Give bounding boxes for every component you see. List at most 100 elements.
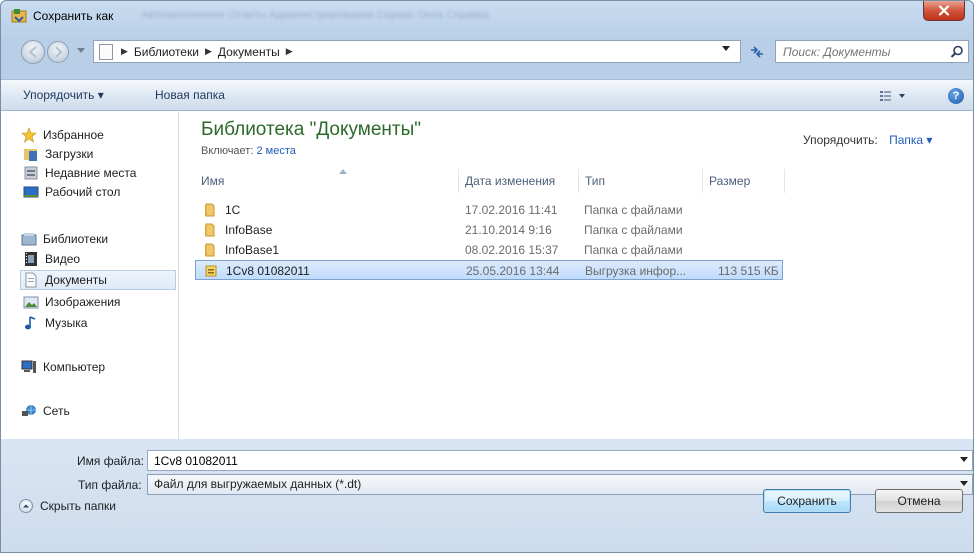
file-type: Выгрузка инфор...: [585, 264, 687, 278]
nav-downloads[interactable]: Загрузки: [23, 144, 93, 164]
column-type[interactable]: Тип: [579, 169, 703, 193]
images-icon: [23, 296, 39, 309]
nav-label: Недавние места: [45, 166, 137, 180]
file-name-label: Имя файла:: [77, 454, 144, 468]
recent-pages-dropdown-icon[interactable]: [77, 48, 85, 54]
folder-icon: [205, 223, 215, 237]
dt-file-icon: [205, 265, 217, 277]
file-size: 113 515 КБ: [718, 264, 779, 278]
breadcrumb-separator-icon[interactable]: ▶: [286, 46, 293, 57]
arrow-right-icon: [55, 46, 63, 58]
address-bar[interactable]: ▶ Библиотеки ▶ Документы ▶: [93, 40, 741, 63]
organize-button[interactable]: Упорядочить ▾: [23, 88, 104, 102]
file-name: 1C: [225, 203, 241, 217]
nav-label: Видео: [45, 252, 81, 266]
file-date: 17.02.2016 11:41: [465, 203, 558, 217]
hide-folders-toggle[interactable]: Скрыть папки: [19, 499, 116, 513]
close-icon: [938, 5, 950, 16]
breadcrumb-documents[interactable]: Документы: [218, 45, 280, 59]
star-icon: [21, 127, 37, 143]
close-button[interactable]: [923, 1, 965, 21]
nav-music[interactable]: Музыка: [23, 313, 87, 333]
nav-computer[interactable]: Компьютер: [21, 357, 105, 377]
search-icon[interactable]: [950, 45, 964, 59]
help-icon[interactable]: ?: [948, 88, 964, 104]
main-area: Избранное Загрузки Недавние места Рабочи…: [1, 111, 973, 439]
file-name: InfoBase1: [225, 243, 280, 257]
desktop-icon: [23, 186, 39, 198]
navigation-pane: Избранное Загрузки Недавние места Рабочи…: [1, 111, 179, 439]
sort-ascending-icon: [339, 169, 347, 174]
search-box[interactable]: [775, 40, 969, 63]
arrange-by-dropdown[interactable]: Папка ▾: [889, 133, 932, 147]
file-date: 21.10.2014 9:16: [465, 223, 552, 237]
refresh-button[interactable]: [743, 40, 771, 63]
library-locations-link[interactable]: 2 места: [256, 145, 295, 157]
document-icon: [99, 43, 113, 60]
background-app-menu: Автозаполнение Отчеты Администрирование …: [141, 9, 490, 21]
chevron-up-icon: [19, 499, 33, 513]
nav-favorites[interactable]: Избранное: [21, 125, 104, 145]
file-date: 08.02.2016 15:37: [465, 243, 559, 257]
column-size[interactable]: Размер: [703, 169, 785, 193]
breadcrumb-separator-icon: ▶: [204, 46, 212, 56]
new-folder-button[interactable]: Новая папка: [155, 88, 225, 102]
nav-libraries[interactable]: Библиотеки: [21, 229, 108, 249]
column-name[interactable]: Имя: [195, 169, 459, 193]
nav-label: Сеть: [43, 404, 70, 418]
file-name: InfoBase: [225, 223, 273, 237]
back-button[interactable]: [21, 40, 45, 64]
nav-video[interactable]: Видео: [23, 249, 80, 269]
address-dropdown-icon[interactable]: [722, 46, 730, 52]
view-options-icon[interactable]: [879, 89, 909, 103]
music-icon: [25, 316, 36, 330]
file-name: 1Cv8 01082011: [226, 264, 310, 278]
command-bar: Упорядочить ▾ Новая папка ?: [1, 79, 973, 111]
nav-recent-places[interactable]: Недавние места: [23, 163, 136, 183]
recent-places-icon: [24, 166, 38, 180]
library-includes: Включает: 2 места: [201, 145, 296, 157]
cancel-button[interactable]: Отмена: [875, 489, 963, 513]
refresh-icon: [751, 45, 763, 58]
file-row[interactable]: 1C 17.02.2016 11:41 Папка с файлами: [195, 200, 783, 220]
library-includes-label: Включает:: [201, 145, 254, 157]
file-name-cell: 1C: [203, 200, 240, 220]
chevron-down-icon: [960, 481, 968, 486]
column-date-modified[interactable]: Дата изменения: [459, 169, 579, 193]
arrow-left-icon: [28, 46, 37, 58]
nav-label: Изображения: [45, 295, 121, 309]
nav-documents[interactable]: Документы: [20, 270, 176, 290]
breadcrumb-libraries[interactable]: Библиотеки: [134, 45, 199, 59]
hide-folders-label: Скрыть папки: [40, 499, 116, 513]
file-row-selected[interactable]: 1Cv8 01082011 25.05.2016 13:44 Выгрузка …: [195, 260, 783, 280]
folder-icon: [205, 203, 215, 217]
chevron-down-icon[interactable]: [960, 457, 968, 463]
save-dialog-icon: [11, 9, 27, 23]
nav-label: Документы: [45, 273, 107, 287]
forward-button[interactable]: [47, 41, 69, 63]
address-row: ▶ Библиотеки ▶ Документы ▶: [1, 31, 973, 71]
computer-icon: [21, 360, 36, 373]
file-row[interactable]: InfoBase 21.10.2014 9:16 Папка с файлами: [195, 220, 783, 240]
nav-label: Загрузки: [45, 147, 94, 161]
save-button[interactable]: Сохранить: [763, 489, 851, 513]
file-name-input[interactable]: [148, 451, 948, 470]
file-list-pane: Библиотека "Документы" Включает: 2 места…: [181, 111, 973, 439]
search-input[interactable]: [776, 41, 946, 62]
file-date: 25.05.2016 13:44: [466, 264, 560, 278]
file-name-cell: InfoBase: [203, 220, 272, 240]
nav-desktop[interactable]: Рабочий стол: [23, 182, 120, 202]
nav-network[interactable]: Сеть: [21, 401, 70, 421]
nav-label: Рабочий стол: [45, 185, 121, 199]
breadcrumb-separator-icon: ▶: [121, 46, 128, 56]
save-form: Имя файла: Тип файла: Файл для выгружаем…: [1, 439, 973, 552]
nav-label: Избранное: [43, 128, 104, 142]
library-title: Библиотека "Документы": [201, 119, 422, 140]
breadcrumb: ▶ Библиотеки ▶ Документы ▶: [121, 45, 299, 59]
file-row[interactable]: InfoBase1 08.02.2016 15:37 Папка с файла…: [195, 240, 783, 260]
libraries-icon: [21, 233, 37, 246]
file-name-cell: 1Cv8 01082011: [204, 261, 310, 281]
nav-label: Компьютер: [43, 360, 106, 374]
nav-images[interactable]: Изображения: [23, 292, 120, 312]
file-name-combobox[interactable]: [147, 450, 973, 471]
